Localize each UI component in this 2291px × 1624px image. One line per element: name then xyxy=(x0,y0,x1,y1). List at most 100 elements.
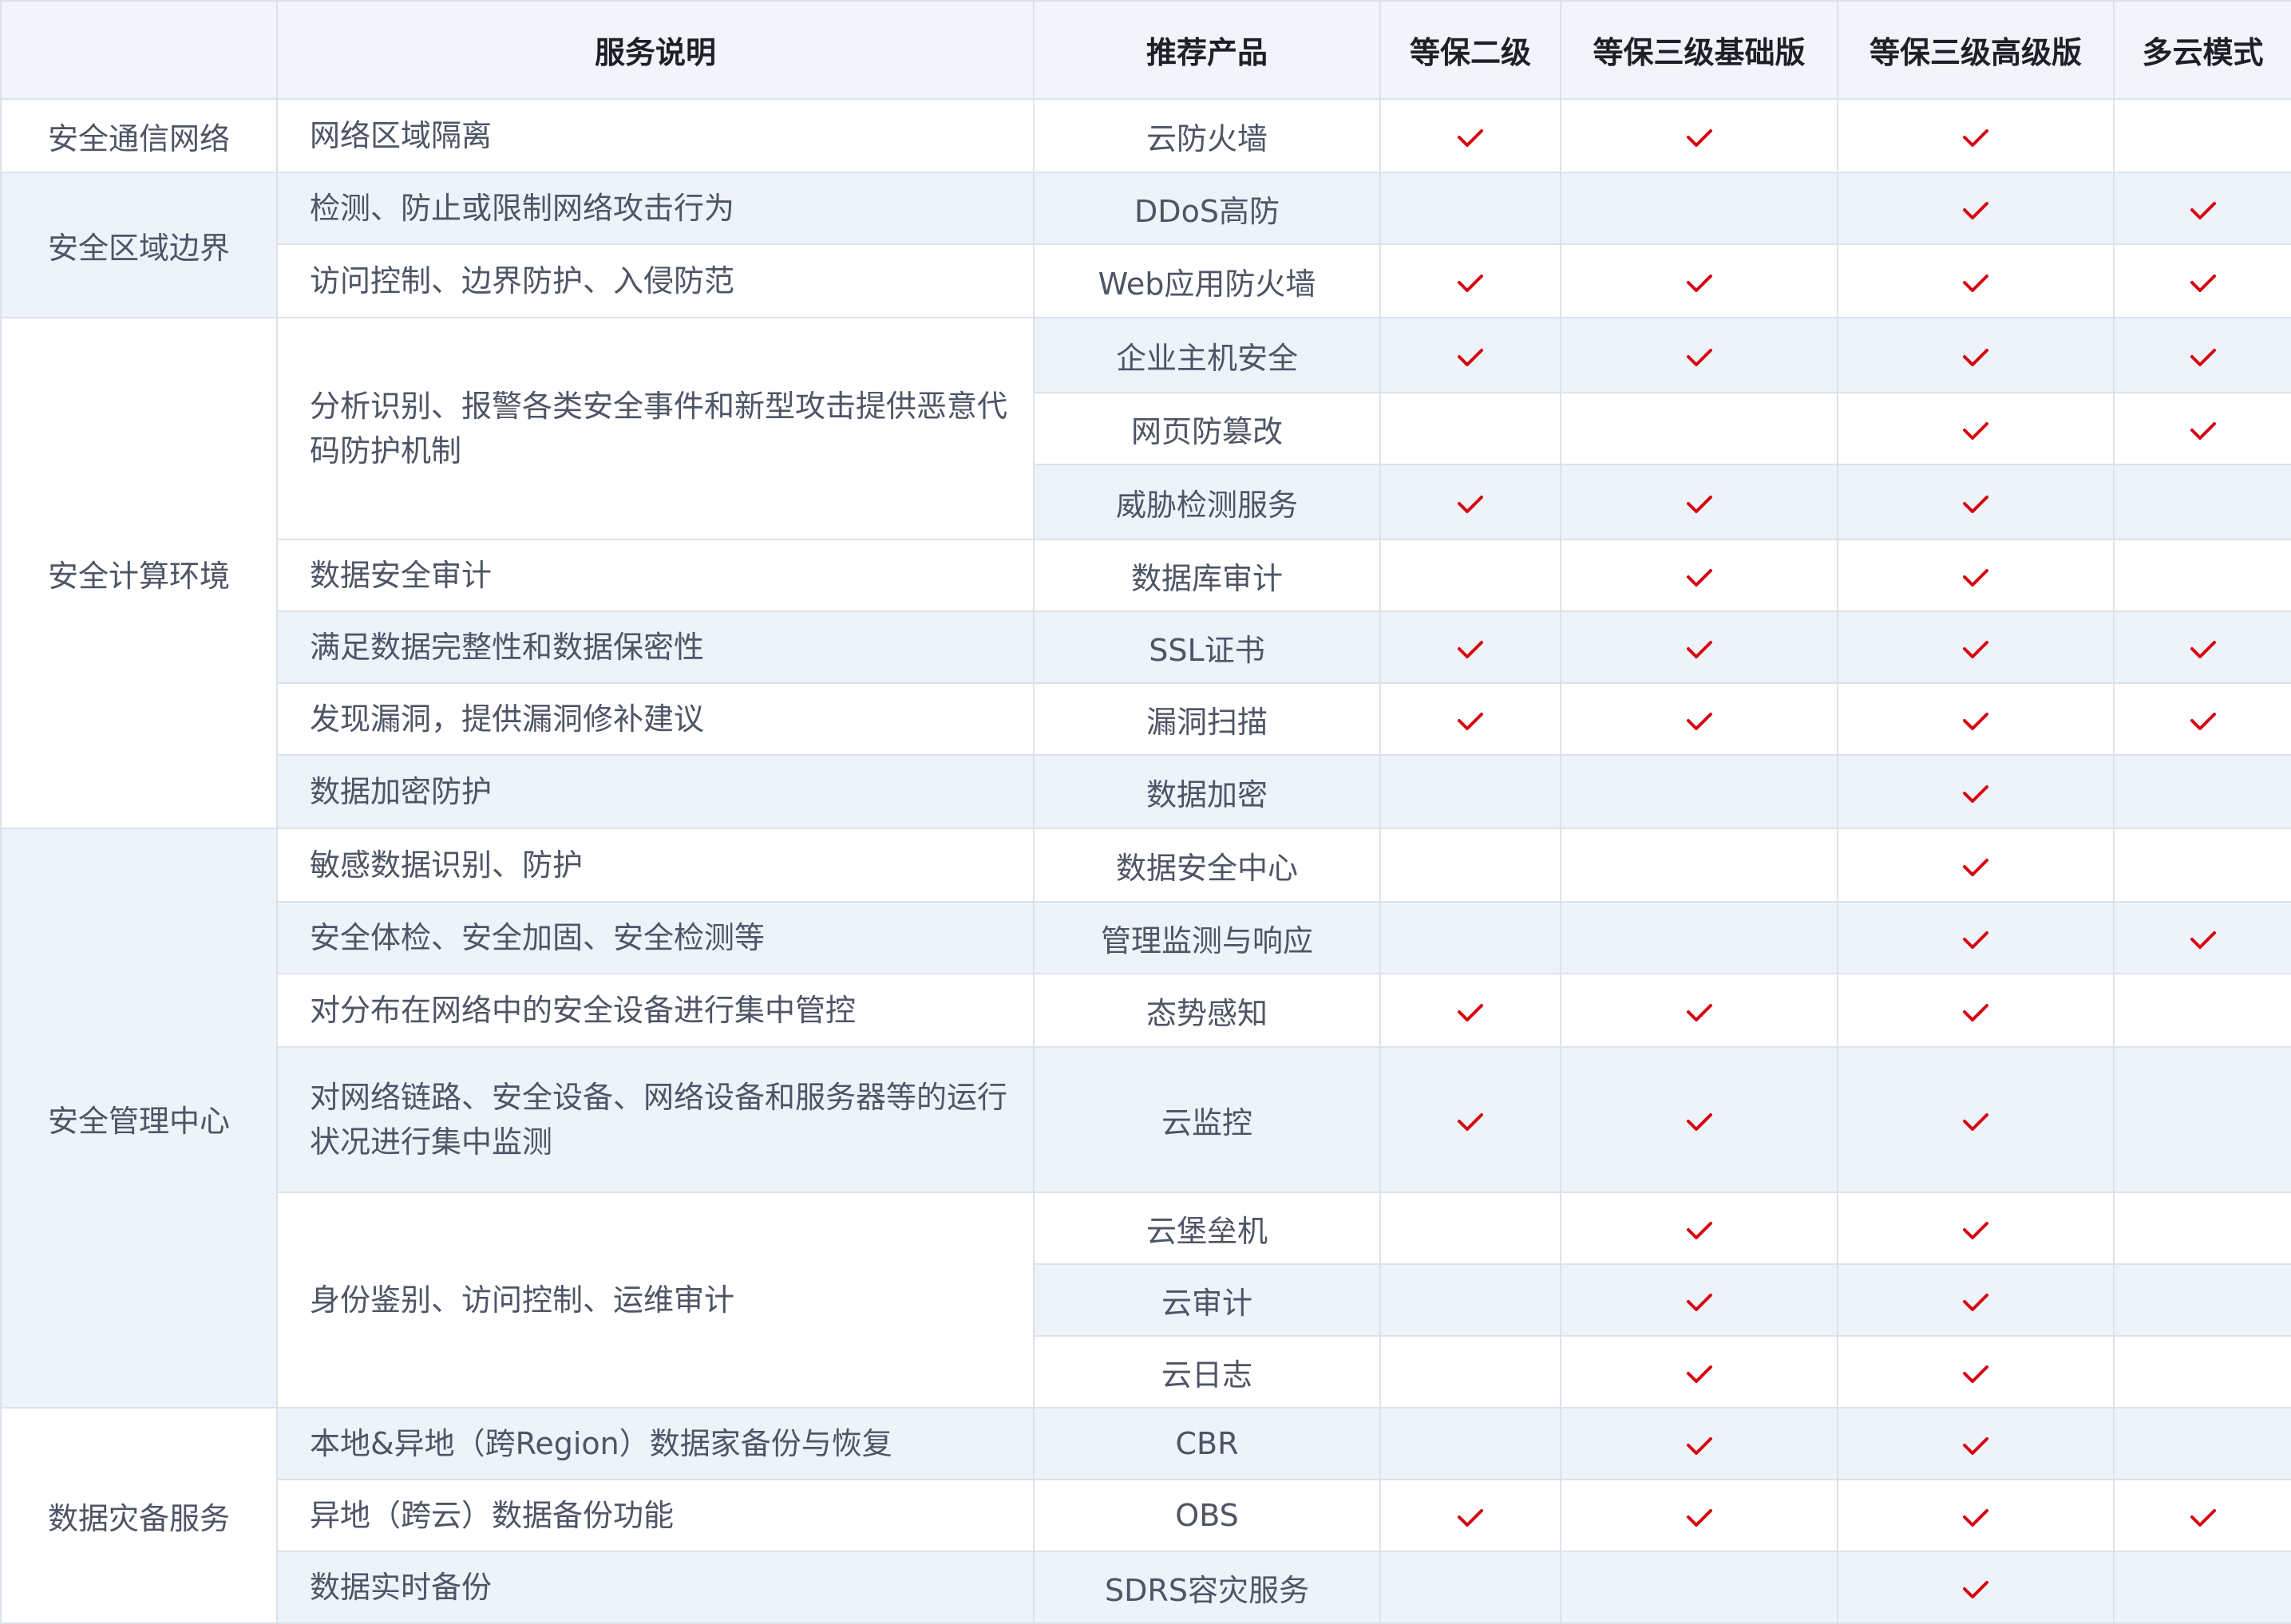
level-cell xyxy=(2113,539,2291,612)
level-cell xyxy=(1379,317,1561,393)
level-cell xyxy=(1379,172,1561,245)
checkmark-icon xyxy=(1457,347,1484,368)
product-cell: DDoS高防 xyxy=(1033,172,1381,245)
level-cell xyxy=(2113,243,2291,318)
checkmark-icon xyxy=(1962,347,1989,368)
checkmark-icon xyxy=(1457,1507,1484,1528)
level-cell xyxy=(1560,243,1838,318)
level-cell xyxy=(1560,1335,1838,1409)
level-cell xyxy=(2113,901,2291,974)
level-cell xyxy=(1379,1335,1561,1409)
level-cell xyxy=(1560,1046,1838,1193)
level-cell xyxy=(1560,754,1838,829)
table-header-row: 服务说明 推荐产品 等保二级 等保三级基础版 等保三级高级版 多云模式 xyxy=(0,0,2291,100)
checkmark-icon xyxy=(1686,1507,1713,1528)
description-cell: 对网络链路、安全设备、网络设备和服务器等的运行状况进行集中监测 xyxy=(276,1046,1035,1193)
category-cell: 数据灾备服务 xyxy=(0,1407,278,1624)
table-row: 身份鉴别、访问控制、运维审计 云堡垒机 xyxy=(1,1191,2291,1409)
level-cell xyxy=(1560,98,1838,173)
checkmark-icon xyxy=(1962,1507,1989,1528)
level-cell xyxy=(1560,973,1838,1048)
checkmark-icon xyxy=(1962,930,1989,950)
level-cell xyxy=(1560,682,1838,756)
description-cell: 本地&异地（跨Region）数据家备份与恢复 xyxy=(276,1407,1035,1480)
level-cell xyxy=(2113,973,2291,1048)
product-cell: 云防火墙 xyxy=(1033,98,1381,173)
level-cell xyxy=(1837,1191,2115,1265)
checkmark-icon xyxy=(1686,1002,1713,1023)
product-cell: 云日志 xyxy=(1033,1335,1381,1409)
level-cell xyxy=(1560,464,1838,540)
description-cell: 敏感数据识别、防护 xyxy=(276,828,1035,903)
description-cell: 数据加密防护 xyxy=(276,754,1035,829)
level-cell xyxy=(1379,1263,1561,1337)
level-cell xyxy=(1379,392,1561,465)
checkmark-icon xyxy=(1962,567,1989,588)
checkmark-icon xyxy=(1686,1364,1713,1385)
level-cell xyxy=(1837,392,2115,465)
table-row: 数据加密防护 数据加密 xyxy=(1,754,2291,829)
product-cell: 态势感知 xyxy=(1033,973,1381,1048)
table-row: 安全通信网络 网络区域隔离 云防火墙 xyxy=(0,98,2291,173)
level-cell xyxy=(1379,610,1561,684)
level-cell xyxy=(2113,1046,2291,1193)
level-cell xyxy=(1560,539,1838,612)
checkmark-icon xyxy=(1962,1364,1989,1385)
description-cell: 访问控制、边界防护、入侵防范 xyxy=(276,243,1035,318)
level-cell xyxy=(1560,172,1838,245)
level-cell xyxy=(1560,1551,1838,1624)
level-cell xyxy=(1560,392,1838,465)
level-cell xyxy=(1837,464,2115,540)
level-cell xyxy=(1837,243,2115,318)
service-comparison-table: 服务说明 推荐产品 等保二级 等保三级基础版 等保三级高级版 多云模式 安全通信… xyxy=(0,0,2291,1624)
header-level-2: 等保二级 xyxy=(1379,0,1561,100)
checkmark-icon xyxy=(1962,784,1989,804)
level-cell xyxy=(2113,1191,2291,1265)
description-cell: 分析识别、报警各类安全事件和新型攻击提供恶意代码防护机制 xyxy=(276,317,1035,540)
checkmark-icon xyxy=(1457,639,1484,660)
level-cell xyxy=(1837,1551,2115,1624)
category-cell: 安全区域边界 xyxy=(0,172,278,318)
checkmark-icon xyxy=(1686,1436,1713,1456)
table-row: 访问控制、边界防护、入侵防范 Web应用防火墙 xyxy=(1,243,2291,318)
checkmark-icon xyxy=(1962,639,1989,660)
product-cell: Web应用防火墙 xyxy=(1033,243,1381,318)
table-row: 异地（跨云）数据备份功能 OBS xyxy=(1,1479,2291,1552)
product-cell: SDRS容灾服务 xyxy=(1033,1551,1381,1624)
checkmark-icon xyxy=(1686,1220,1713,1241)
level-cell xyxy=(1560,610,1838,684)
level-cell xyxy=(1379,1551,1561,1624)
level-cell xyxy=(1837,317,2115,393)
level-cell xyxy=(2113,98,2291,173)
checkmark-icon xyxy=(2190,711,2217,732)
description-cell: 数据安全审计 xyxy=(276,539,1035,612)
product-cell: 云监控 xyxy=(1033,1046,1381,1193)
level-cell xyxy=(1560,317,1838,393)
checkmark-icon xyxy=(2190,639,2217,660)
description-cell: 数据实时备份 xyxy=(276,1551,1035,1624)
level-cell xyxy=(1379,1407,1561,1480)
header-level-3-basic: 等保三级基础版 xyxy=(1560,0,1838,100)
product-cell: 数据加密 xyxy=(1033,754,1381,829)
checkmark-icon xyxy=(2190,1507,2217,1528)
level-cell xyxy=(1837,1046,2115,1193)
level-cell xyxy=(2113,682,2291,756)
level-cell xyxy=(1560,828,1838,903)
checkmark-icon xyxy=(2190,930,2217,950)
checkmark-icon xyxy=(1686,347,1713,368)
table-row: 安全区域边界 检测、防止或限制网络攻击行为 DDoS高防 xyxy=(0,172,2291,318)
checkmark-icon xyxy=(1686,711,1713,732)
checkmark-icon xyxy=(2190,421,2217,441)
checkmark-icon xyxy=(2190,347,2217,368)
checkmark-icon xyxy=(1686,1292,1713,1313)
description-cell: 异地（跨云）数据备份功能 xyxy=(276,1479,1035,1552)
checkmark-icon xyxy=(1686,128,1713,148)
table-row: 对网络链路、安全设备、网络设备和服务器等的运行状况进行集中监测 云监控 xyxy=(1,1046,2291,1193)
description-cell: 对分布在网络中的安全设备进行集中管控 xyxy=(276,973,1035,1048)
level-cell xyxy=(1560,901,1838,974)
table-row: 满足数据完整性和数据保密性 SSL证书 xyxy=(1,610,2291,684)
description-cell: 检测、防止或限制网络攻击行为 xyxy=(276,172,1035,245)
level-cell xyxy=(1379,464,1561,540)
level-cell xyxy=(2113,1479,2291,1552)
product-cell: OBS xyxy=(1033,1479,1381,1552)
